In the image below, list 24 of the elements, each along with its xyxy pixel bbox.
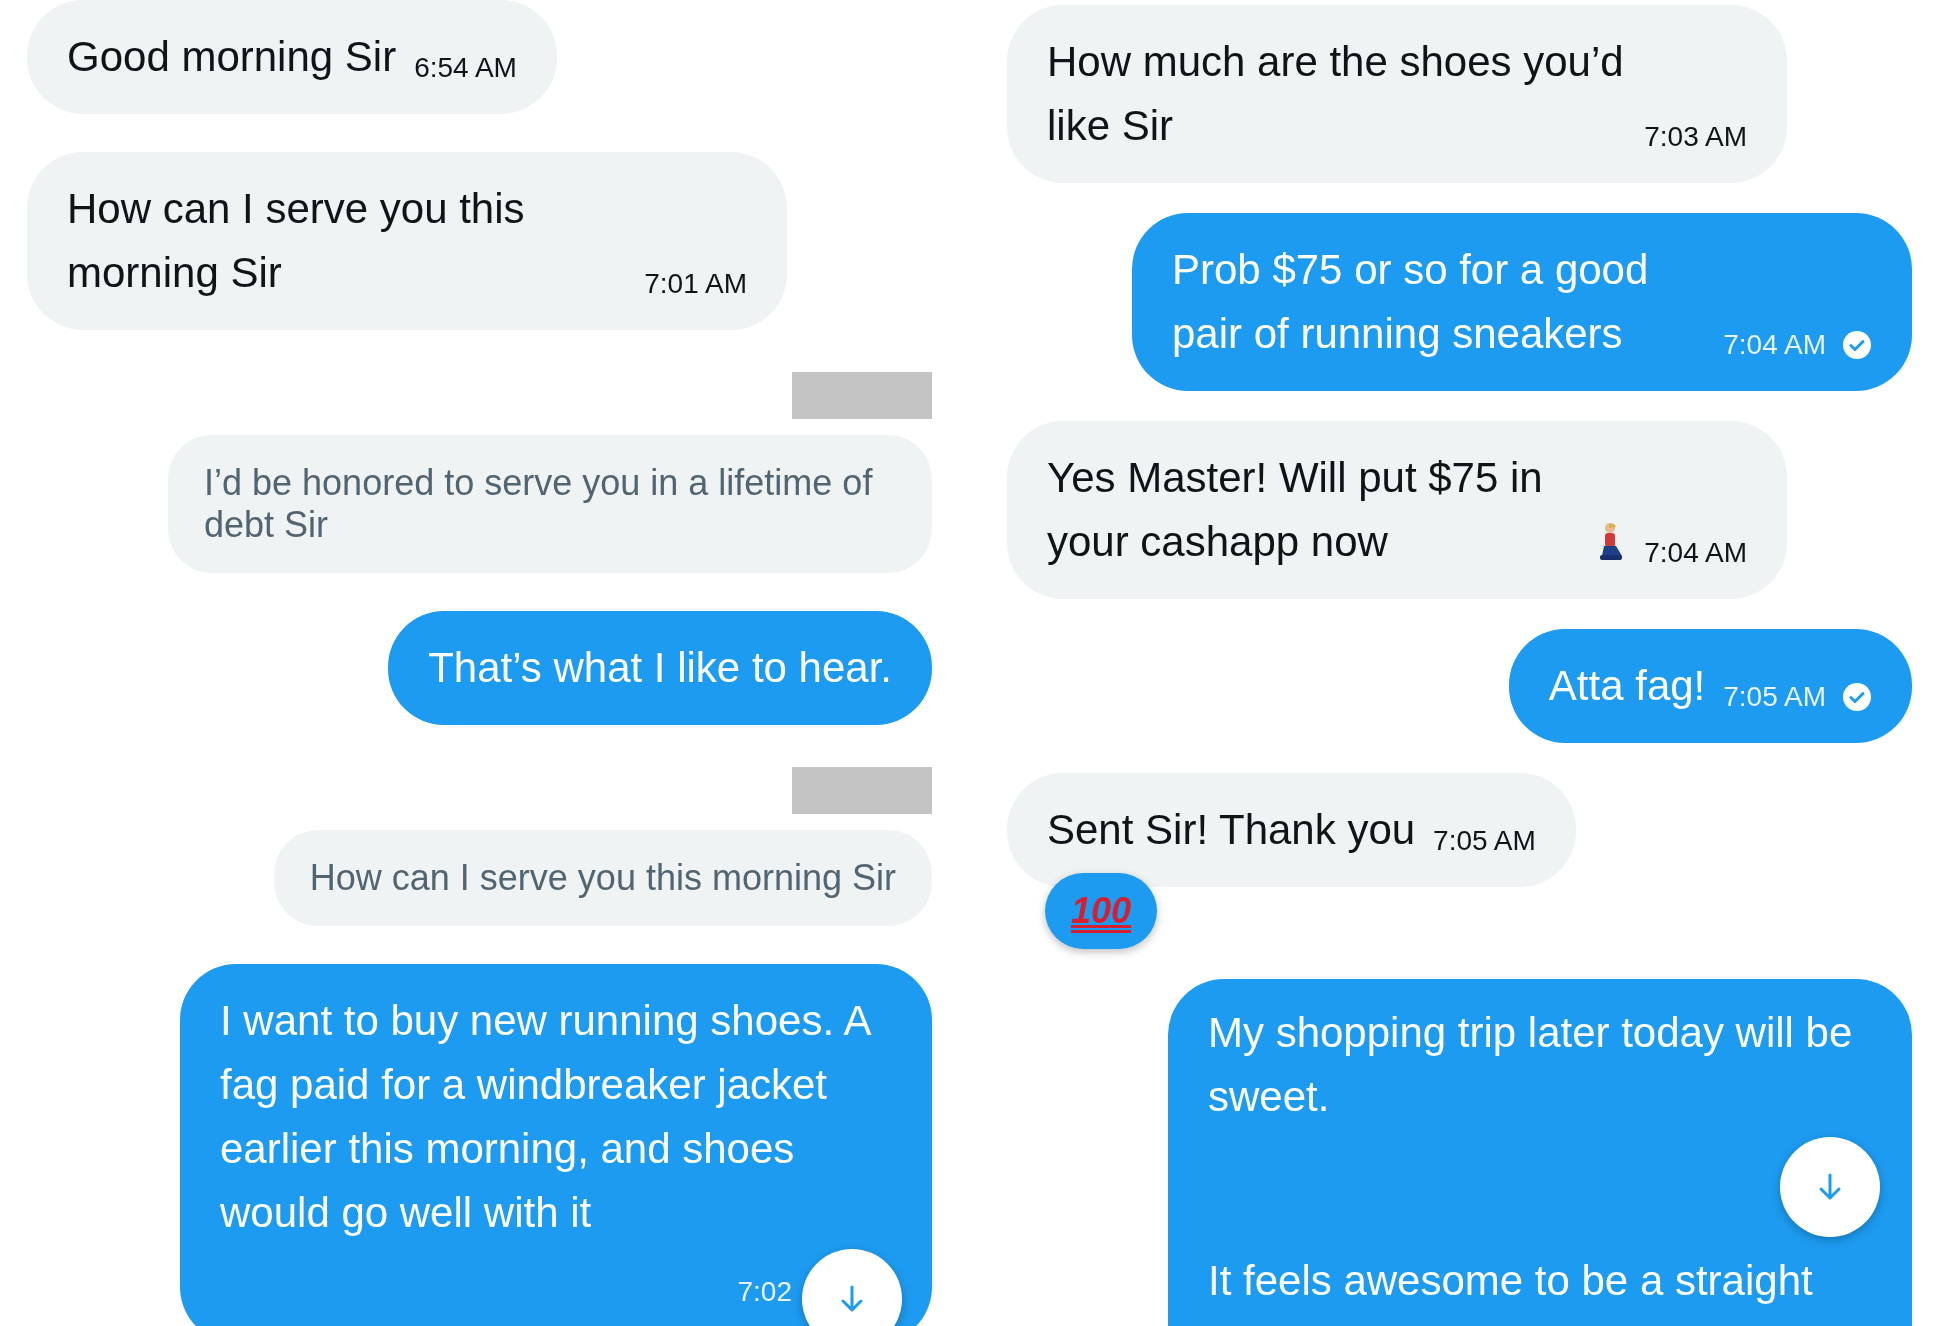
message-text: That’s what I like to hear. [428,643,892,693]
message-text: Prob $75 or so for a good pair of running sneakers [1172,245,1650,359]
scroll-down-button[interactable] [802,1249,902,1326]
message-time: 7:04 AM [1644,536,1747,570]
message-time: 7:05 AM [1433,824,1536,858]
message-time: 7:05 AM [1723,680,1826,714]
message-time: 7:03 AM [1644,120,1747,154]
message-text: I want to buy new running shoes. A fag paid for a windbreaker jacket earlier this morning, and shoes would go well with it [220,996,871,1238]
message-text: Sent Sir! Thank you [1047,805,1416,855]
scroll-down-button[interactable] [1780,1137,1880,1237]
message-time: 7:01 AM [644,267,747,301]
reaction-pill[interactable]: 100 [1045,873,1158,949]
message-text: How much are the shoes you’d like Sir [1047,37,1625,151]
message-text: My shopping trip later today will be sweet. [1208,1008,1854,1122]
quoted-message: How can I serve you this morning Sir [273,830,932,926]
message-time: 6:54 AM [414,51,517,85]
message-text: Good morning Sir [67,32,397,82]
message-text: Atta fag! [1548,661,1706,711]
message-time: 7:02 [737,1275,792,1309]
quoted-message: I’d be honored to serve you in a lifetime of debt Sir [168,435,932,573]
message-text: It feels awesome to be a straight [1208,1256,1814,1306]
message-time: 7:04 AM [1723,328,1826,362]
message-text: How can I serve you this morning Sir [67,184,526,298]
message-text: Yes Master! Will put $75 in your cashapp now [1047,453,1544,567]
